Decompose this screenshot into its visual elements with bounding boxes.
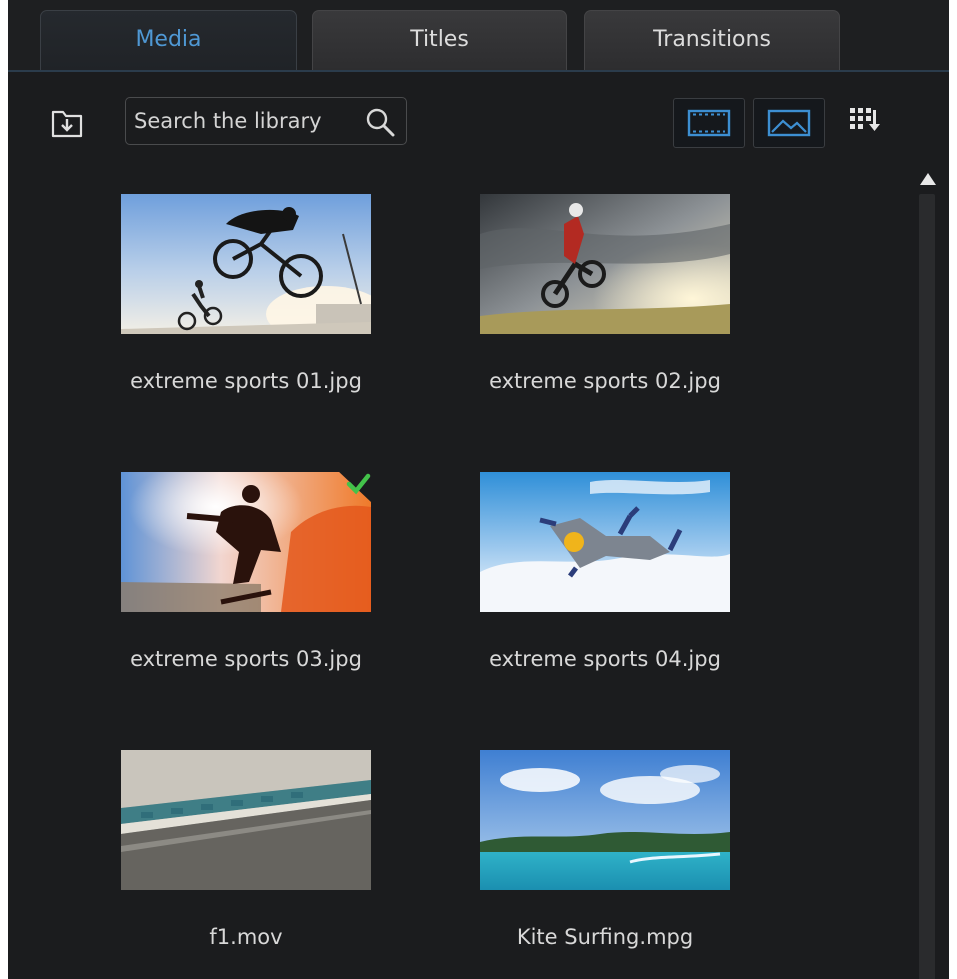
filmstrip-view-icon (687, 109, 731, 137)
library-item[interactable]: extreme sports 01.jpg (121, 194, 481, 454)
item-filename: extreme sports 02.jpg (489, 369, 721, 393)
thumbnail-motocross-jump (480, 194, 730, 334)
image-view-icon (767, 109, 811, 137)
thumbnail-skateboarder (121, 472, 371, 612)
tab-transitions[interactable]: Transitions (584, 10, 840, 70)
library-item[interactable]: extreme sports 04.jpg (480, 472, 840, 732)
sort-grid-icon (850, 108, 880, 131)
library-item[interactable]: extreme sports 02.jpg (480, 194, 840, 454)
tab-transitions-label: Transitions (653, 27, 771, 52)
thumbnail-skydiver (480, 472, 730, 612)
item-filename: extreme sports 03.jpg (130, 647, 362, 671)
item-filename: extreme sports 04.jpg (489, 647, 721, 671)
tab-media[interactable]: Media (40, 10, 297, 70)
filmstrip-view-button[interactable] (673, 98, 745, 148)
tab-underline (8, 70, 949, 72)
tab-bar: Media Titles Transitions (8, 0, 949, 72)
thumbnail-bmx-jump (121, 194, 371, 334)
scroll-up-arrow-icon[interactable] (916, 168, 940, 190)
item-filename: Kite Surfing.mpg (516, 925, 694, 949)
thumbnail-race-track (121, 750, 371, 890)
search-box (125, 97, 407, 145)
tab-titles-label: Titles (410, 27, 469, 52)
image-view-button[interactable] (753, 98, 825, 148)
thumbnail-kite-surfing (480, 750, 730, 890)
tab-titles[interactable]: Titles (312, 10, 567, 70)
library-item[interactable]: Kite Surfing.mpg (480, 750, 840, 979)
search-icon[interactable] (363, 106, 397, 138)
library-item-selected[interactable]: extreme sports 03.jpg (121, 470, 481, 732)
scrollbar-track[interactable] (919, 194, 935, 979)
import-media-icon (51, 110, 83, 138)
item-filename: f1.mov (209, 925, 283, 949)
library-item[interactable]: f1.mov (121, 750, 481, 979)
item-filename: extreme sports 01.jpg (130, 369, 362, 393)
media-library-panel: Media Titles Transitions Search the libr… (8, 0, 949, 979)
sort-button[interactable] (846, 104, 882, 140)
import-media-button[interactable] (50, 108, 86, 140)
selected-check-icon (337, 470, 371, 502)
search-input[interactable] (126, 98, 356, 144)
tab-media-label: Media (135, 27, 202, 52)
